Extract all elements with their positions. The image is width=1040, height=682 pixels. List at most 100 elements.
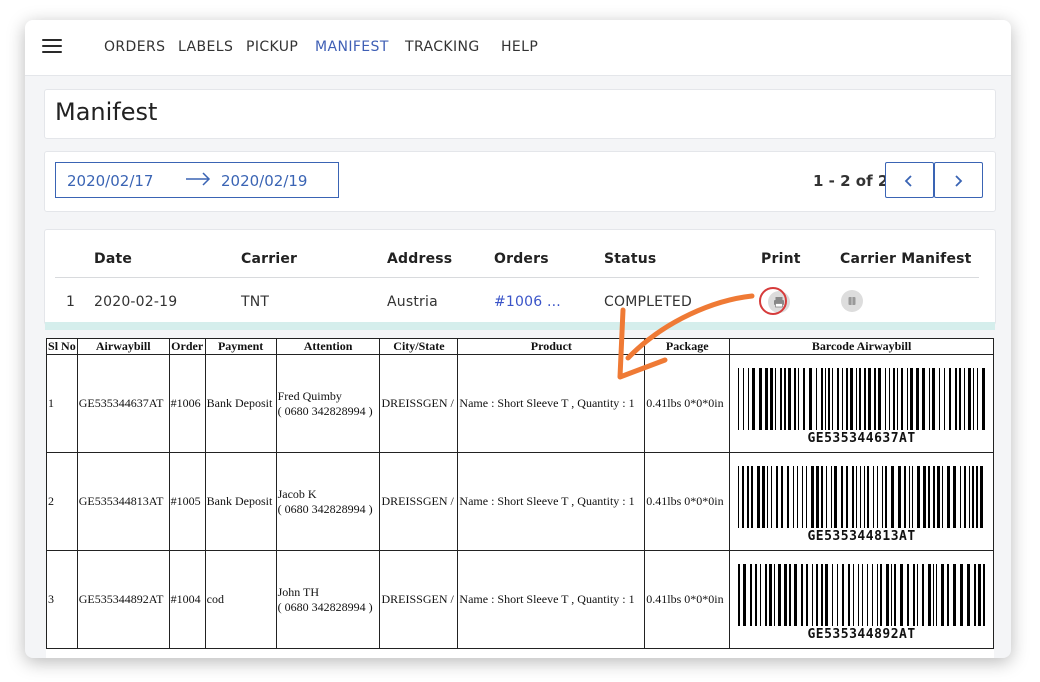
barcode-bar: [827, 367, 830, 430]
barcode-bar: [938, 367, 940, 430]
attention-phone: ( 0680 342828994 ): [277, 403, 373, 418]
nav-help[interactable]: HELP: [501, 39, 538, 55]
cell-order: #1004: [168, 550, 206, 649]
top-nav: ORDERS LABELS PICKUP MANIFEST TRACKING H…: [25, 20, 1011, 76]
cell-barcode: GE535344892AT: [729, 550, 994, 649]
barcode-bar: [881, 465, 883, 528]
barcode-bar: [981, 367, 985, 430]
barcode-bar: [774, 367, 776, 430]
cell-payment: Bank Deposit: [204, 354, 277, 453]
barcode-bar: [820, 367, 823, 430]
page-title: Manifest: [55, 98, 158, 126]
barcode-bar: [815, 465, 819, 528]
barcode-bar: [810, 465, 814, 528]
barcode-bar: [764, 563, 767, 626]
barcode-bar: [921, 563, 924, 626]
nav-labels[interactable]: LABELS: [178, 39, 233, 55]
barcode-bar: [952, 465, 956, 528]
document-icon: [848, 297, 856, 305]
cell-city: DREISSGEN /: [379, 354, 459, 453]
barcode-bar: [746, 465, 749, 528]
cell-barcode: GE535344637AT: [729, 354, 994, 453]
cell-airwaybill: GE535344892AT: [76, 550, 170, 649]
barcode-bar: [773, 563, 775, 626]
date-range-picker[interactable]: 2020/02/17 2020/02/19: [55, 162, 339, 198]
barcode-bar: [921, 367, 925, 430]
nav-pickup[interactable]: PICKUP: [246, 39, 298, 55]
barcode-bar: [845, 465, 848, 528]
barcode-bar: [876, 563, 878, 626]
barcode-bar: [932, 465, 935, 528]
barcode-bar: [793, 367, 796, 430]
barcode-bar: [737, 465, 739, 528]
carrier-manifest-button[interactable]: [841, 290, 863, 312]
nav-tracking[interactable]: TRACKING: [405, 39, 480, 55]
barcode-bar: [954, 367, 957, 430]
col-print-header: Print: [761, 251, 801, 267]
barcode-bar: [927, 465, 930, 528]
barcode-bar: [866, 465, 869, 528]
barcode-bar: [879, 563, 882, 626]
barcode-bar: [977, 563, 981, 626]
barcode-bar: [836, 563, 838, 626]
next-page-button[interactable]: [934, 162, 983, 198]
barcode-bar: [959, 563, 963, 626]
filter-card: 2020/02/17 2020/02/19 1 - 2 of 2: [44, 151, 996, 212]
mcol-order: Order: [168, 338, 206, 355]
cell-order: #1005: [168, 452, 206, 551]
cell-slno: 3: [46, 550, 78, 649]
barcode-bar: [888, 367, 890, 430]
barcode: [737, 367, 985, 430]
row-carrier: TNT: [241, 294, 270, 310]
barcode-bar: [899, 563, 903, 626]
barcode-bar: [761, 465, 765, 528]
nav-orders[interactable]: ORDERS: [104, 39, 165, 55]
barcode-bar: [758, 367, 762, 430]
barcode-bar: [892, 367, 895, 430]
row-index: 1: [66, 294, 76, 310]
row-orders-link[interactable]: #1006 ...: [494, 294, 561, 310]
cell-attention: Jacob K( 0680 342828994 ): [275, 452, 381, 551]
col-orders-header: Orders: [494, 251, 549, 267]
barcode-bar: [792, 465, 794, 528]
barcode-bar: [932, 563, 934, 626]
barcode-bar: [971, 465, 974, 528]
col-carrier-manifest-header: Carrier Manifest: [840, 251, 972, 267]
barcode-bar: [797, 367, 799, 430]
mcol-package: Package: [644, 338, 731, 355]
barcode-bar: [855, 367, 857, 430]
cell-package: 0.41lbs 0*0*0in: [644, 354, 731, 453]
barcode-bar: [859, 465, 861, 528]
barcode-bar: [764, 367, 768, 430]
hamburger-icon[interactable]: [42, 39, 62, 53]
barcode-bar: [805, 563, 808, 626]
barcode-text: GE535344813AT: [807, 528, 916, 544]
barcode-bar: [815, 367, 817, 430]
nav-manifest[interactable]: MANIFEST: [315, 39, 389, 55]
barcode-bar: [876, 465, 878, 528]
barcode-bar: [750, 465, 753, 528]
barcode-bar: [943, 367, 945, 430]
barcode-bar: [890, 563, 892, 626]
barcode-text: GE535344892AT: [807, 626, 916, 642]
barcode-bar: [897, 465, 901, 528]
attention-name: Jacob K: [277, 486, 317, 501]
manifest-header-row: Sl No Airwaybill Order Payment Attention…: [46, 338, 994, 355]
mcol-attention: Attention: [275, 338, 381, 355]
row-date: 2020-02-19: [94, 294, 178, 310]
date-to[interactable]: 2020/02/19: [221, 172, 307, 190]
barcode-bar: [973, 563, 976, 626]
barcode-bar: [952, 563, 956, 626]
date-from[interactable]: 2020/02/17: [67, 172, 153, 190]
barcode-bar: [766, 465, 768, 528]
barcode-bar: [824, 563, 828, 626]
barcode-bar: [742, 563, 746, 626]
barcode-bar: [770, 465, 772, 528]
barcode-bar: [768, 563, 772, 626]
prev-page-button[interactable]: [885, 162, 934, 198]
barcode-bar: [851, 465, 854, 528]
barcode-bar: [820, 465, 823, 528]
barcode-bar: [931, 367, 935, 430]
barcode-bar: [852, 563, 854, 626]
mcol-slno: Sl No: [46, 338, 78, 355]
